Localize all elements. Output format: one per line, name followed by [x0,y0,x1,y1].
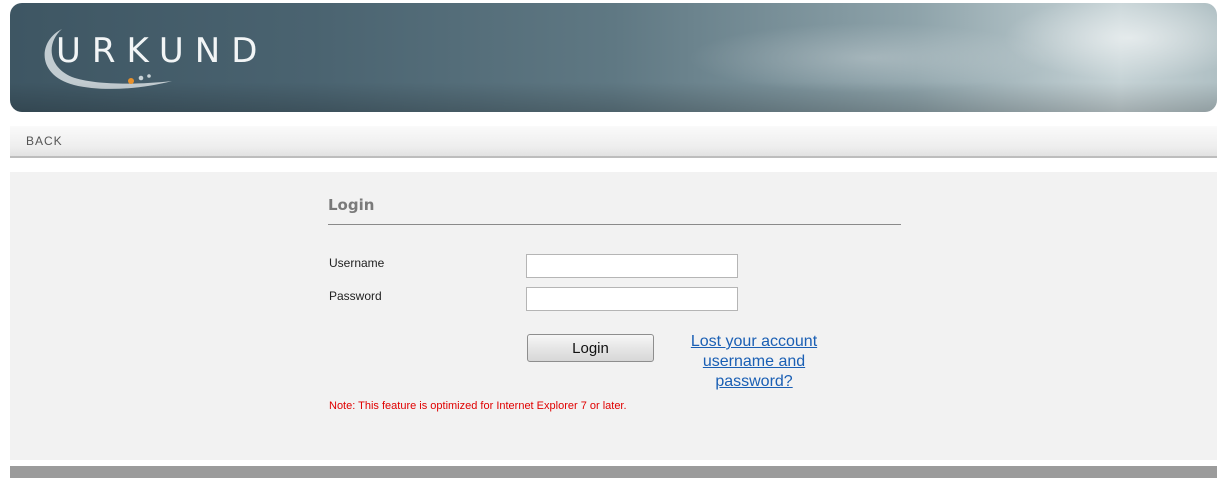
back-link[interactable]: BACK [26,134,63,148]
username-label: Username [329,256,385,270]
logo-wordmark: URKUND [56,31,269,71]
browser-note: Note: This feature is optimized for Inte… [329,400,627,412]
lost-credentials-link[interactable]: Lost your account username and password? [664,332,844,392]
header-banner: URKUND [10,3,1217,112]
login-heading: Login [328,196,375,214]
navigation-bar: BACK [10,126,1217,158]
password-input[interactable] [526,287,738,311]
login-button[interactable]: Login [527,334,654,362]
footer-bar [10,466,1217,478]
password-label: Password [329,289,382,303]
heading-divider [328,224,901,225]
username-input[interactable] [526,254,738,278]
login-panel: Login Username Password Login Lost your … [10,172,1217,460]
